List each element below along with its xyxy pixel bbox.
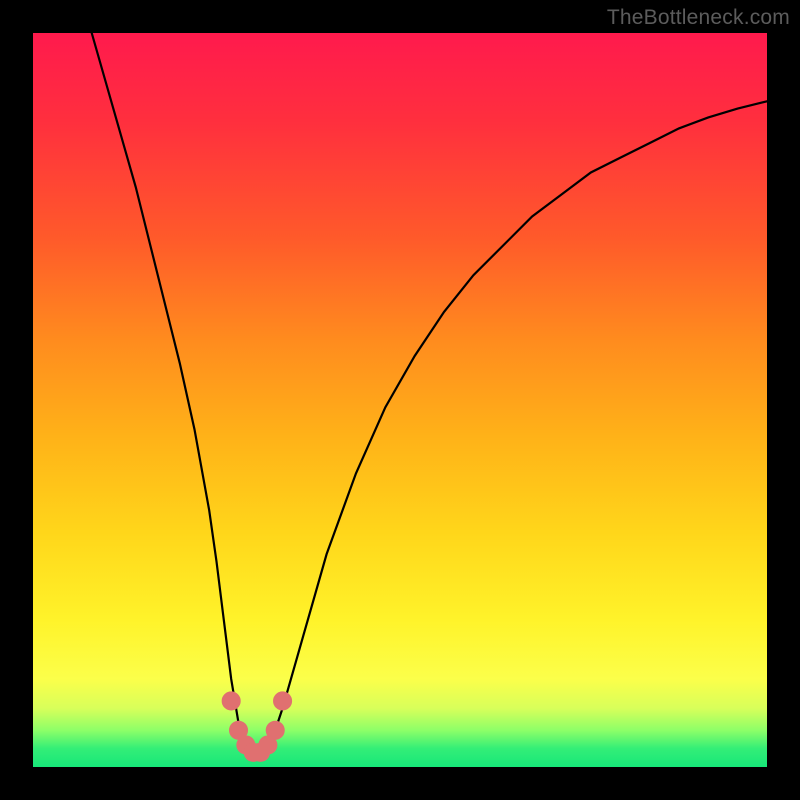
trough-marker <box>222 691 241 710</box>
chart-frame: TheBottleneck.com <box>0 0 800 800</box>
watermark-text: TheBottleneck.com <box>607 6 790 30</box>
plot-area <box>33 33 767 767</box>
trough-markers <box>222 691 292 761</box>
trough-marker <box>266 721 285 740</box>
bottleneck-curve <box>92 33 767 752</box>
trough-marker <box>273 691 292 710</box>
curve-layer <box>33 33 767 767</box>
